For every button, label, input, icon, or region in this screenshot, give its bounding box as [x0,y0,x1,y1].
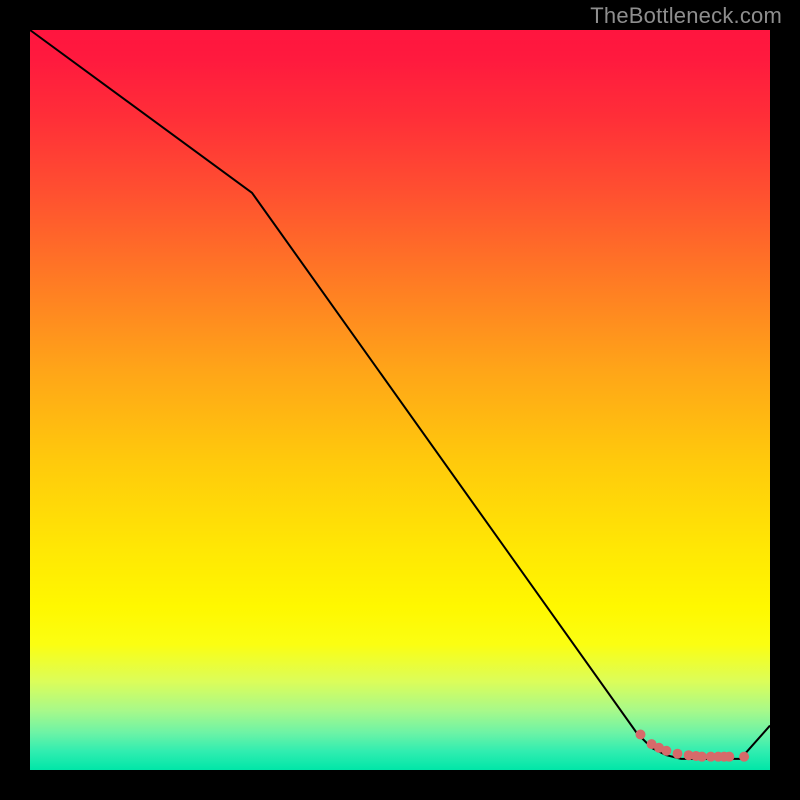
chart-svg [0,0,800,800]
marker-dot [724,752,734,762]
marker-dot [739,752,749,762]
marker-dot [636,729,646,739]
marker-dot [673,749,683,759]
marker-dot [697,752,707,762]
marker-dot [661,746,671,756]
chart-stage: TheBottleneck.com [0,0,800,800]
watermark-text: TheBottleneck.com [590,3,782,29]
